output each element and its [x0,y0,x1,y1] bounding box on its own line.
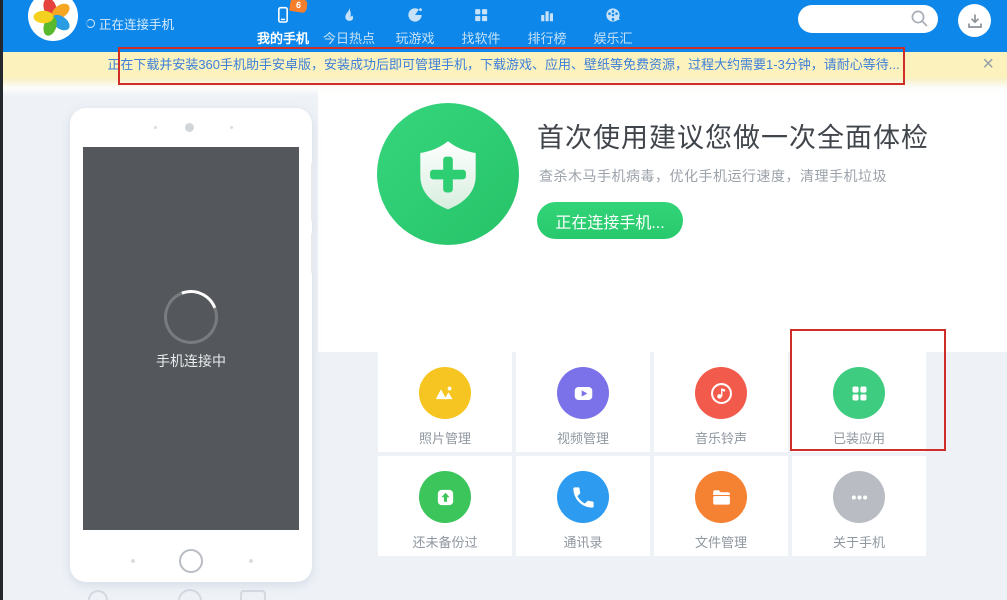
hero-title: 首次使用建议您做一次全面体检 [537,116,929,155]
tile-label: 还未备份过 [378,532,512,551]
header-bar: FIG-AL00▾ 正在连接手机 我的手机 6 今日热点 玩游戏 找软件 排行榜 娱乐汇 [0,0,1007,52]
tile-contacts[interactable]: 通讯录 [516,456,650,556]
tab-label: 排行榜 [527,31,566,46]
download-manager-button[interactable] [958,4,991,37]
connecting-spinner-icon [86,19,95,28]
download-icon [966,12,984,30]
bar-chart-icon [514,5,580,28]
tab-label: 今日热点 [323,31,375,46]
health-check-shield-icon [377,103,519,245]
tab-label: 找软件 [461,31,500,46]
notification-banner: 正在下载并安装360手机助手安卓版，安装成功后即可管理手机，下载游戏、应用、壁纸… [0,52,1007,78]
tile-photos[interactable]: 照片管理 [378,352,512,452]
tile-about[interactable]: 关于手机 [792,456,926,556]
connection-status: 正在连接手机 [86,14,174,33]
app-logo-icon[interactable] [28,0,78,41]
music-icon [695,367,747,419]
phone-home-button [179,549,203,573]
tile-label: 关于手机 [792,532,926,551]
tab-today-hot[interactable]: 今日热点 [316,0,382,52]
tab-my-phone[interactable]: 我的手机 6 [250,0,316,52]
nav-tabs: 我的手机 6 今日热点 玩游戏 找软件 排行榜 娱乐汇 [250,0,646,52]
tile-files[interactable]: 文件管理 [654,456,788,556]
phone-nav-dot [249,559,253,563]
phone-camera-dot [185,123,194,132]
cutoff-icon [88,590,108,600]
full-checkup-button[interactable]: 正在连接手机... [537,202,683,239]
banner-fade [0,78,1007,96]
video-icon [557,367,609,419]
loading-spinner [155,281,226,352]
phone-side-button [311,162,316,222]
phone-sensor-dot [230,126,233,129]
flame-icon [316,5,382,28]
tile-music[interactable]: 音乐铃声 [654,352,788,452]
photo-icon [419,367,471,419]
tile-label: 音乐铃声 [654,428,788,447]
tab-entertainment[interactable]: 娱乐汇 [580,0,646,52]
ellipsis-icon [833,471,885,523]
tab-ranking[interactable]: 排行榜 [514,0,580,52]
contacts-icon [557,471,609,523]
window-edge [0,0,3,600]
tab-games[interactable]: 玩游戏 [382,0,448,52]
feature-tiles: 照片管理视频管理音乐铃声已装应用还未备份过通讯录文件管理关于手机 [378,352,926,556]
phone-mockup: 手机连接中 [70,108,312,582]
folder-icon [695,471,747,523]
game-icon [382,5,448,28]
backup-icon [419,471,471,523]
tile-label: 文件管理 [654,532,788,551]
tab-label: 玩游戏 [395,31,434,46]
tile-installed-apps[interactable]: 已装应用 [792,352,926,452]
phone-connecting-label: 手机连接中 [83,351,299,371]
search-icon[interactable] [910,9,929,28]
tile-videos[interactable]: 视频管理 [516,352,650,452]
hero-subtitle: 查杀木马手机病毒，优化手机运行速度，清理手机垃圾 [539,166,887,186]
tile-backup[interactable]: 还未备份过 [378,456,512,556]
tile-label: 通讯录 [516,532,650,551]
tab-software[interactable]: 找软件 [448,0,514,52]
cutoff-icon [240,590,266,600]
close-icon[interactable]: × [982,50,994,78]
chevron-down-icon: ▾ [158,0,163,2]
apps-grid-icon [448,5,514,28]
tile-label: 视频管理 [516,428,650,447]
tile-label: 照片管理 [378,428,512,447]
tab-label: 我的手机 [257,31,309,46]
app-window: FIG-AL00▾ 正在连接手机 我的手机 6 今日热点 玩游戏 找软件 排行榜 娱乐汇 正… [0,0,1007,600]
installed-apps-icon [833,367,885,419]
notification-badge: 6 [289,0,308,13]
banner-text: 正在下载并安装360手机助手安卓版，安装成功后即可管理手机，下载游戏、应用、壁纸… [107,57,899,72]
phone-nav-dot [131,559,135,563]
tab-label: 娱乐汇 [593,31,632,46]
phone-screen: 手机连接中 [83,147,299,530]
cutoff-icon [178,589,202,600]
film-reel-icon [580,5,646,28]
phone-sensor-dot [154,126,157,129]
device-name[interactable]: FIG-AL00▾ [88,0,163,3]
tile-label: 已装应用 [792,428,926,447]
phone-side-button [311,232,316,274]
